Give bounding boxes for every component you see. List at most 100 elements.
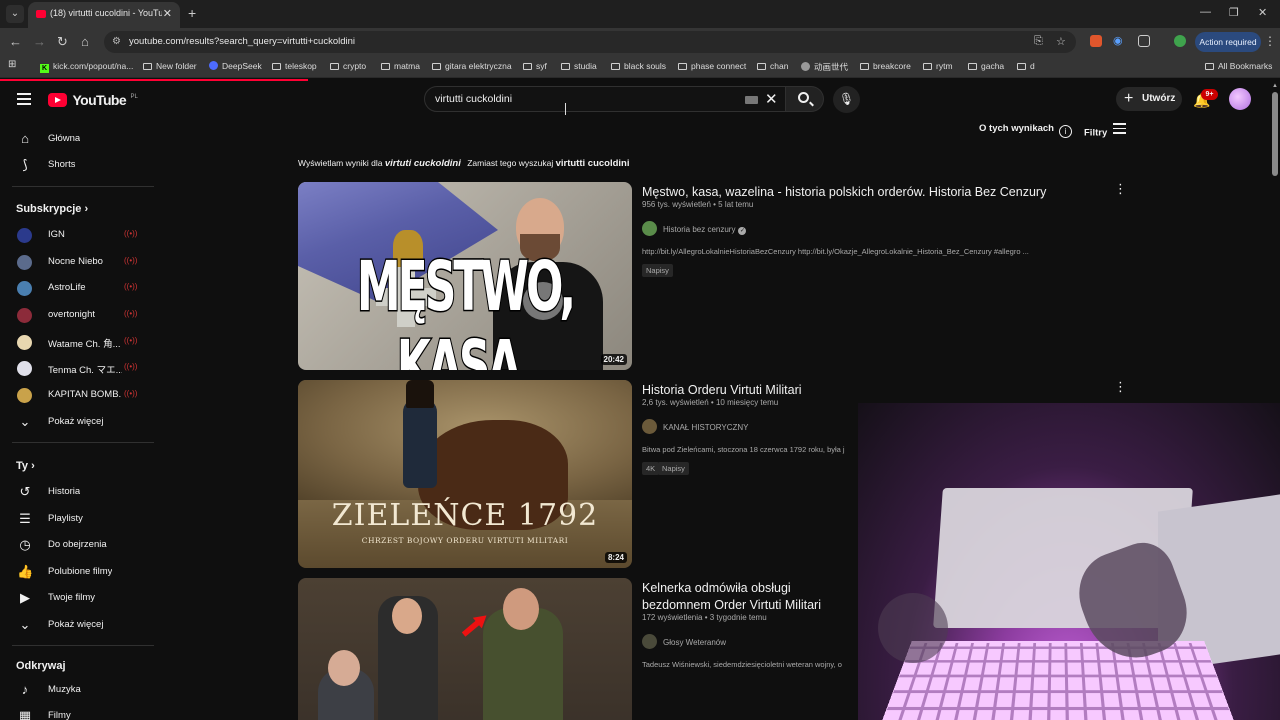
more-actions-icon[interactable]: ⋮ <box>1114 182 1127 195</box>
back-icon[interactable]: ← <box>9 34 22 50</box>
site-info-icon[interactable]: ⚙ <box>112 36 121 47</box>
video-title[interactable]: Kelnerka odmówiła obsługi bezdomnem Orde… <box>642 580 858 614</box>
channel-avatar <box>17 388 32 403</box>
extension-icon[interactable] <box>1090 35 1102 47</box>
guide-menu-icon[interactable] <box>17 93 31 105</box>
video-title[interactable]: Historia Orderu Virtuti Militari <box>642 382 1062 399</box>
browser-tab-youtube[interactable]: (18) virtutti cucoldini - YouTube ✕ <box>28 2 180 28</box>
sidebar-item-movies[interactable]: ▦ Filmy <box>0 703 160 720</box>
search-button[interactable] <box>786 86 824 112</box>
bookmark-item[interactable]: phase connect <box>678 61 746 71</box>
tab-close-icon[interactable]: ✕ <box>163 7 172 20</box>
sidebar-item-subscription[interactable]: overtonight ((•)) <box>0 302 160 328</box>
bookmark-item[interactable]: syf <box>523 61 547 71</box>
folder-icon <box>1205 63 1214 70</box>
bookmark-item[interactable]: studia <box>561 61 597 71</box>
bookmark-item[interactable]: 动画世代 <box>801 61 848 73</box>
channel-link[interactable]: Głosy Weteranów <box>642 634 726 649</box>
folder-icon <box>678 63 687 70</box>
sidebar-item-watch-later[interactable]: ◷ Do obejrzenia <box>0 532 160 558</box>
scroll-up-arrow-icon[interactable]: ▲ <box>1272 83 1278 89</box>
bookmark-item[interactable]: Kkick.com/popout/na... <box>40 61 133 73</box>
bookmark-item[interactable]: DeepSeek <box>209 61 262 71</box>
bookmark-item[interactable]: breakcore <box>860 61 911 71</box>
sidebar-item-shorts[interactable]: ⟆ Shorts <box>0 152 160 178</box>
forward-icon[interactable]: → <box>33 34 46 50</box>
sidebar-item-liked[interactable]: 👍 Polubione filmy <box>0 559 160 585</box>
account-avatar[interactable] <box>1229 88 1251 110</box>
install-app-icon[interactable]: ⎘ <box>1034 35 1043 48</box>
corrected-query-link[interactable]: virtuti cuckoldini <box>385 158 461 169</box>
more-actions-icon[interactable]: ⋮ <box>1114 380 1127 393</box>
bookmark-item[interactable]: gacha <box>968 61 1004 71</box>
bookmark-item[interactable]: d <box>1017 61 1035 71</box>
address-bar[interactable]: ⚙ youtube.com/results?search_query=virtu… <box>104 31 1076 53</box>
sidebar-item-subscription[interactable]: IGN ((•)) <box>0 222 160 248</box>
about-results-button[interactable]: O tych wynikach i <box>979 123 1072 138</box>
new-tab-button[interactable]: + <box>188 5 196 21</box>
sidebar-item-subscription[interactable]: Nocne Niebo ((•)) <box>0 249 160 275</box>
create-button[interactable]: + Utwórz <box>1116 87 1182 111</box>
page-scrollbar[interactable] <box>1271 82 1280 720</box>
channel-link[interactable]: Historia bez cenzury ✓ <box>642 221 747 236</box>
bookmark-item[interactable]: gitara elektryczna <box>432 61 512 71</box>
subscriptions-heading[interactable]: Subskrypcje › <box>16 203 88 215</box>
bookmark-star-icon[interactable]: ☆ <box>1056 35 1066 48</box>
thumbnail-text: MĘSTWO, KASA, WAZELINA <box>356 246 577 370</box>
tab-search-button[interactable]: ⌄ <box>6 5 24 23</box>
channel-name: Historia bez cenzury <box>663 225 736 234</box>
bookmark-item[interactable]: crypto <box>330 61 366 71</box>
sidebar-item-subscription[interactable]: AstroLife ((•)) <box>0 275 160 301</box>
you-heading[interactable]: Ty › <box>16 460 35 472</box>
sidebar-show-more[interactable]: ⌄ Pokaż więcej <box>0 612 160 638</box>
browser-menu-icon[interactable]: ⋮ <box>1264 34 1276 48</box>
original-query-link[interactable]: virtutti cucoldini <box>556 158 630 169</box>
keyboard-icon[interactable] <box>745 96 758 104</box>
profile-extension-icon[interactable] <box>1174 35 1186 47</box>
minimize-icon[interactable]: — <box>1200 6 1211 18</box>
home-browser-icon[interactable]: ⌂ <box>81 34 89 50</box>
sidebar-item-history[interactable]: ↺ Historia <box>0 479 160 505</box>
video-thumbnail[interactable]: ZIELEŃCE 1792 CHRZEST BOJOWY ORDERU VIRT… <box>298 380 632 568</box>
clear-search-icon[interactable]: ✕ <box>765 90 778 108</box>
reload-icon[interactable]: ↻ <box>57 34 68 50</box>
window-close-icon[interactable]: ✕ <box>1258 6 1267 19</box>
chevron-right-icon: › <box>31 460 35 472</box>
sidebar-item-subscription[interactable]: KAPITAN BOMB... ((•)) <box>0 382 160 408</box>
sidebar-item-home[interactable]: ⌂ Główna <box>0 126 160 152</box>
upload-age: 10 miesięcy temu <box>715 398 779 407</box>
video-title[interactable]: Męstwo, kasa, wazelina - historia polski… <box>642 184 1062 201</box>
all-bookmarks[interactable]: All Bookmarks <box>1205 61 1272 71</box>
sidebar-item-subscription[interactable]: Watame Ch. 角... ((•)) <box>0 329 160 355</box>
action-required-button[interactable]: Action required <box>1195 32 1261 52</box>
bookmark-item[interactable]: New folder <box>143 61 197 71</box>
restore-icon[interactable]: ❐ <box>1229 6 1239 19</box>
sidebar-item-subscription[interactable]: Tenma Ch. マエ... ((•)) <box>0 355 160 381</box>
bookmark-item[interactable]: rytm <box>923 61 953 71</box>
search-input[interactable]: virtutti cuckoldini ✕ <box>424 86 786 112</box>
address-url[interactable]: youtube.com/results?search_query=virtutt… <box>129 36 355 47</box>
search-query[interactable]: virtutti cuckoldini <box>435 93 512 105</box>
bookmark-item[interactable]: chan <box>757 61 788 71</box>
sidebar-item-your-videos[interactable]: ▶ Twoje filmy <box>0 585 160 611</box>
channel-link[interactable]: KANAŁ HISTORYCZNY <box>642 419 749 434</box>
extension-audio-icon[interactable]: ◉ <box>1113 35 1125 47</box>
filters-button[interactable]: Filtry <box>1084 123 1127 139</box>
video-thumbnail[interactable]: MĘSTWO, KASA, WAZELINA 20:42 <box>298 182 632 370</box>
sidebar-item-playlists[interactable]: ☰ Playlisty <box>0 506 160 532</box>
scrollbar-thumb[interactable] <box>1272 92 1278 176</box>
bookmark-item[interactable]: black souls <box>611 61 666 71</box>
extensions-puzzle-icon[interactable] <box>1138 35 1150 47</box>
sidebar-item-music[interactable]: ♪ Muzyka <box>0 677 160 703</box>
sidebar-show-more[interactable]: ⌄ Pokaż więcej <box>0 409 160 435</box>
sidebar-item-label: Shorts <box>48 159 76 170</box>
voice-search-icon[interactable]: 🎙 <box>833 86 860 113</box>
apps-grid-icon[interactable]: ⊞ <box>8 59 16 70</box>
bookmark-item[interactable]: teleskop <box>272 61 317 71</box>
youtube-logo[interactable]: YouTube PL <box>48 92 138 110</box>
4k-badge: 4K <box>642 462 660 475</box>
live-icon: ((•)) <box>124 389 138 398</box>
video-thumbnail[interactable] <box>298 578 632 720</box>
bookmark-item[interactable]: matma <box>381 61 420 71</box>
folder-icon <box>381 63 390 70</box>
